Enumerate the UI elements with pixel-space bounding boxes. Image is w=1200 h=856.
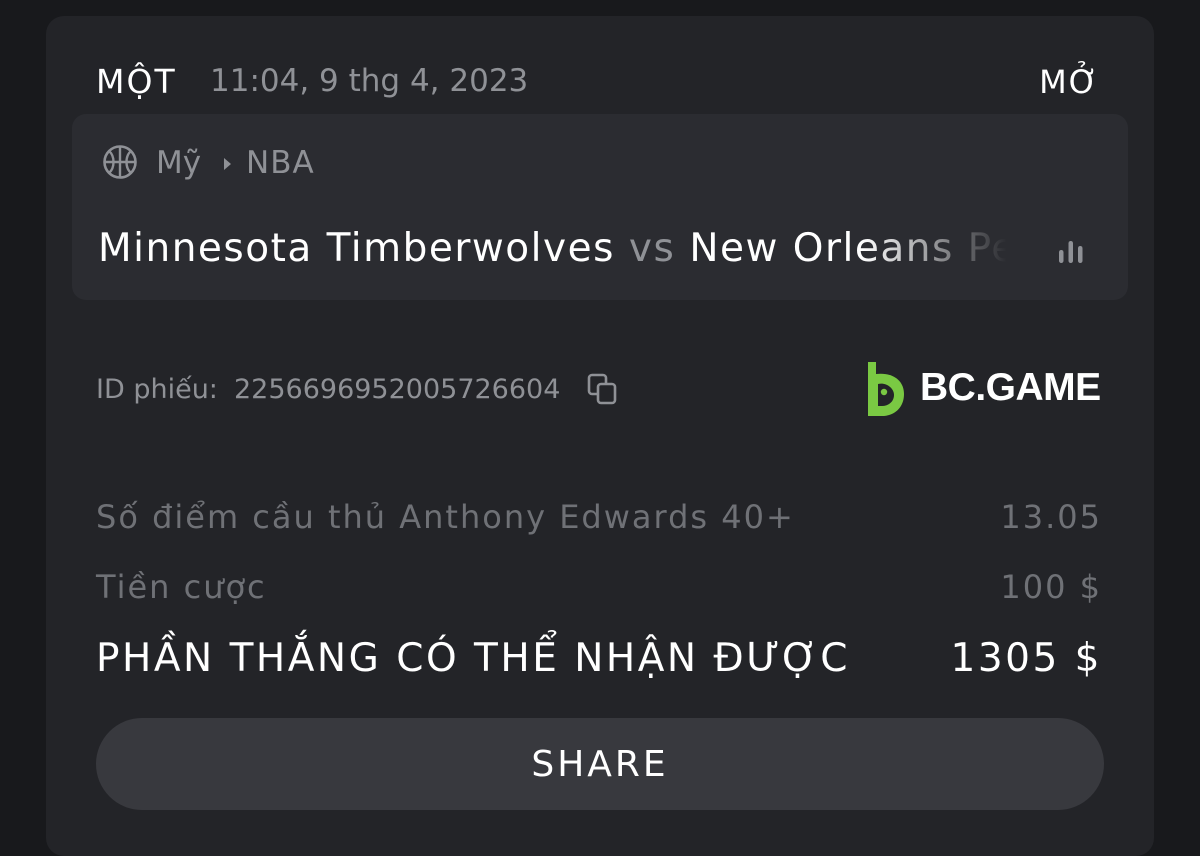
brand-logo: BC.GAME [864,360,1104,420]
ticket-id-label: ID phiếu: [96,374,218,405]
stats-bars-icon[interactable] [1056,236,1092,268]
selection-odds: 13.05 [1000,498,1102,536]
basketball-icon [103,145,137,179]
event-country: Mỹ [156,145,202,181]
event-box[interactable]: Mỹ NBA Minnesota TimberwolvesvsNew Orlea… [72,114,1128,300]
brand-name: BC.GAME [920,366,1101,409]
vs-separator: vs [628,226,676,271]
ticket-id: 2256696952005726604 [234,374,561,405]
payout-value: 1305 $ [950,636,1102,681]
home-team: Minnesota Timberwolves [98,226,615,271]
selection-row: Số điểm cầu thủ Anthony Edwards 40+ 13.0… [96,498,1102,548]
selection-label: Số điểm cầu thủ Anthony Edwards 40+ [96,498,795,536]
bet-slip-card: MỘT 11:04, 9 thg 4, 2023 MỞ Mỹ NBA Minne… [46,16,1154,856]
stake-value: 100 $ [1000,568,1102,606]
ticket-row: ID phiếu: 2256696952005726604 BC.GAME [96,362,1106,428]
bet-timestamp: 11:04, 9 thg 4, 2023 [210,63,529,99]
payout-label: PHẦN THẮNG CÓ THỂ NHẬN ĐƯỢC [96,636,850,681]
stake-label: Tiền cược [96,568,267,606]
bet-header: MỘT 11:04, 9 thg 4, 2023 MỞ [96,58,1102,106]
teams-fade-overlay [862,214,1032,284]
share-button[interactable]: SHARE [96,718,1104,810]
copy-icon[interactable] [586,372,620,406]
bet-type: MỘT [96,62,177,101]
bet-status: MỞ [1039,63,1100,101]
event-league: NBA [246,145,315,181]
bc-game-logo-icon [868,362,904,416]
payout-row: PHẦN THẮNG CÓ THỂ NHẬN ĐƯỢC 1305 $ [96,636,1102,686]
stake-row: Tiền cược 100 $ [96,568,1102,618]
breadcrumb-separator-icon [224,158,231,170]
